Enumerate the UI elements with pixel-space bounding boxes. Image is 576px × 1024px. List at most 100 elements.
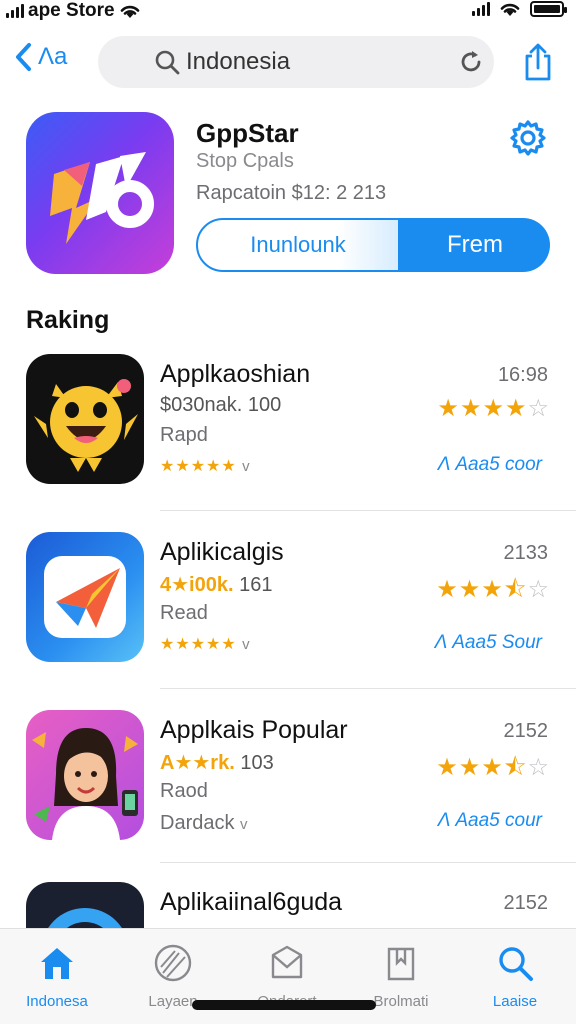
app-link[interactable]: Λ Aaa5 cour [438, 810, 542, 832]
lightning-logo-icon [50, 152, 154, 244]
app-icon[interactable] [26, 354, 144, 484]
featured-subtitle: Stop Cpals [196, 150, 294, 172]
star-icon: ⯪ [503, 754, 528, 781]
share-icon[interactable] [522, 42, 554, 82]
tab-home[interactable]: Indonesa [2, 941, 112, 1010]
app-category: Rapd [160, 424, 208, 446]
mini-chevron: v [242, 458, 251, 475]
star-icon: ★ [436, 754, 459, 781]
search-input[interactable] [152, 48, 480, 76]
status-bar: ape Store [0, 0, 576, 22]
list-item[interactable]: Aplikaiinal6guda 2152 [0, 882, 576, 928]
divider [160, 862, 576, 863]
downloads-text: $030nak. 100 [160, 394, 282, 416]
app-mini-rating: ★★★★★ v [160, 634, 251, 654]
downloads-highlight: 4★i00k. [160, 574, 234, 596]
top-nav: Λa [0, 34, 576, 90]
tab-label: Indonesa [26, 993, 88, 1010]
downloads-text: 161 [233, 574, 273, 596]
back-button[interactable]: Λa [14, 42, 67, 72]
tab-label: Laaise [492, 993, 538, 1010]
app-name: Aplikaiinal6guda [160, 888, 343, 916]
developer-label: Dardack [160, 812, 235, 834]
star-icon: ★ [437, 395, 460, 422]
star-icon: ★ [504, 395, 528, 422]
app-icon[interactable] [26, 532, 144, 662]
app-name: Applkaoshian [160, 360, 311, 388]
compass-icon [154, 944, 192, 982]
star-icon: ★ [482, 395, 505, 422]
star-rating: ★★★⯪☆ [436, 572, 550, 613]
mascot-icon [34, 379, 138, 472]
status-right [472, 1, 567, 17]
app-link[interactable]: Λ Aaa5 Sour [435, 632, 542, 654]
list-item[interactable]: Aplikicalgis 4★i00k. 161 Read ★★★★★ v 21… [0, 532, 576, 710]
app-mini-rating: ★★★★★ v [160, 456, 251, 476]
app-link[interactable]: Λ Aaa5 coor [438, 454, 542, 476]
wifi-icon [500, 3, 520, 16]
divider [160, 510, 576, 511]
carrier-label: ape Store [28, 0, 115, 21]
section-title: Raking [26, 306, 110, 334]
signal-icon [6, 4, 24, 18]
featured-app-icon[interactable] [26, 112, 174, 274]
search-icon [155, 50, 180, 75]
secondary-action-button[interactable]: Inunlounk [196, 218, 400, 272]
avatar-icon [32, 728, 138, 840]
star-icon: ⯪ [503, 576, 528, 603]
app-count: 2152 [503, 720, 549, 742]
app-mini-rating: Dardack v [160, 812, 248, 835]
gear-icon[interactable] [508, 118, 548, 158]
star-icon: ★ [436, 576, 459, 603]
battery-icon [530, 1, 567, 17]
downloads-text: 103 [234, 752, 274, 774]
reload-icon[interactable] [458, 49, 484, 75]
divider [160, 688, 576, 689]
star-icon: ★ [481, 576, 504, 603]
back-label: Λa [38, 43, 68, 70]
tab-search[interactable]: Laaise [460, 941, 570, 1010]
downloads-highlight: A★★rk. [160, 752, 235, 774]
app-count: 2152 [503, 892, 549, 914]
featured-title: GppStar [196, 118, 299, 148]
mini-stars: ★★★★★ [160, 458, 237, 475]
status-left: ape Store [6, 0, 141, 22]
star-icon: ☆ [527, 576, 550, 603]
mini-stars: ★★★★★ [160, 636, 237, 653]
app-count: 16:98 [497, 364, 548, 386]
home-icon [41, 948, 73, 979]
envelope-icon [271, 945, 303, 979]
app-downloads: 4★i00k. 161 [160, 572, 272, 597]
mini-chevron: v [242, 636, 251, 653]
app-name: Aplikicalgis [160, 538, 284, 566]
star-rating: ★★★★☆ [437, 394, 550, 423]
search-icon [499, 947, 533, 981]
paper-plane-icon [44, 556, 126, 638]
cellular-icon [472, 2, 490, 16]
bookmark-icon [387, 947, 415, 981]
app-icon[interactable] [26, 882, 144, 928]
app-downloads: A★★rk. 103 [160, 750, 274, 775]
star-icon: ☆ [527, 395, 550, 422]
list-item[interactable]: Applkaoshian $030nak. 100 Rapd ★★★★★ v 1… [0, 354, 576, 532]
get-button[interactable]: Frem [400, 218, 550, 272]
chevron-left-icon [16, 43, 31, 71]
app-downloads: $030nak. 100 [160, 394, 281, 417]
app-icon[interactable] [26, 710, 144, 840]
featured-app: GppStar Stop Cpals Rapcatoin $12: 2 213 … [0, 110, 576, 280]
star-rating: ★★★⯪☆ [436, 750, 550, 791]
featured-meta: Rapcatoin $12: 2 213 [196, 182, 387, 204]
star-icon: ★ [458, 754, 482, 781]
mini-chevron: v [239, 816, 249, 833]
app-category: Read [160, 602, 208, 624]
home-indicator [192, 1000, 376, 1010]
app-name: Applkais Popular [160, 716, 348, 744]
app-count: 2133 [503, 542, 549, 564]
star-icon: ★ [458, 576, 482, 603]
target-icon [48, 908, 122, 928]
app-category: Raod [160, 780, 208, 802]
wifi-icon [120, 5, 139, 18]
search-bar[interactable] [98, 36, 494, 88]
star-icon: ★ [481, 754, 504, 781]
star-icon: ★ [459, 395, 483, 422]
